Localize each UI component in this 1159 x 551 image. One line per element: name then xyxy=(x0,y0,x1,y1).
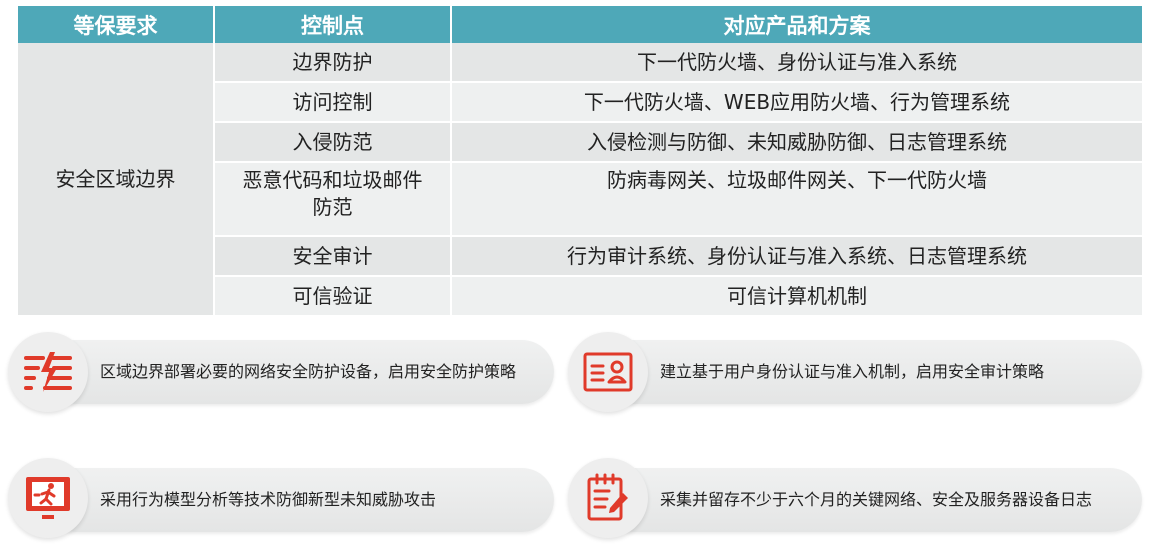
products-cell: 可信计算机机制 xyxy=(451,276,1142,317)
control-cell: 恶意代码和垃圾邮件防范 xyxy=(214,162,452,237)
products-cell: 防病毒网关、垃圾邮件网关、下一代防火墙 xyxy=(451,162,1142,237)
control-cell: 安全审计 xyxy=(214,236,452,277)
products-cell: 入侵检测与防御、未知威胁防御、日志管理系统 xyxy=(451,122,1142,163)
control-cell: 边界防护 xyxy=(214,43,452,83)
firewall-icon xyxy=(24,352,72,392)
callout-icon-badge xyxy=(568,332,648,412)
control-cell: 可信验证 xyxy=(214,276,452,317)
products-cell: 下一代防火墙、WEB应用防火墙、行为管理系统 xyxy=(451,82,1142,123)
exit-run-icon xyxy=(26,477,70,519)
control-cell: 入侵防范 xyxy=(214,122,452,163)
callout-text: 区域边界部署必要的网络安全防护设备，启用安全防护策略 xyxy=(100,362,517,381)
zone-cell: 安全区域边界 xyxy=(18,43,215,317)
callout-text: 采集并留存不少于六个月的关键网络、安全及服务器设备日志 xyxy=(660,490,1093,509)
id-card-icon xyxy=(583,352,633,392)
products-cell: 行为审计系统、身份认证与准入系统、日志管理系统 xyxy=(451,236,1142,277)
callout-text: 采用行为模型分析等技术防御新型未知威胁攻击 xyxy=(100,490,437,509)
control-cell: 访问控制 xyxy=(214,82,452,123)
callout-icon-badge xyxy=(8,458,88,538)
products-cell: 下一代防火墙、身份认证与准入系统 xyxy=(451,43,1142,83)
header-requirement: 等保要求 xyxy=(18,6,215,43)
requirements-table: 等保要求 控制点 对应产品和方案 安全区域边界 边界防护 下一代防火墙、身份认证… xyxy=(18,6,1142,317)
log-edit-icon xyxy=(587,473,628,521)
callout-icon-badge xyxy=(568,458,648,538)
table-row: 安全区域边界 边界防护 下一代防火墙、身份认证与准入系统 xyxy=(18,43,1142,317)
callout-icon-badge xyxy=(8,332,88,412)
table-header-row: 等保要求 控制点 对应产品和方案 xyxy=(18,6,1142,43)
header-products: 对应产品和方案 xyxy=(451,6,1142,43)
header-control-point: 控制点 xyxy=(214,6,452,43)
callout-text: 建立基于用户身份认证与准入机制，启用安全审计策略 xyxy=(660,362,1045,381)
